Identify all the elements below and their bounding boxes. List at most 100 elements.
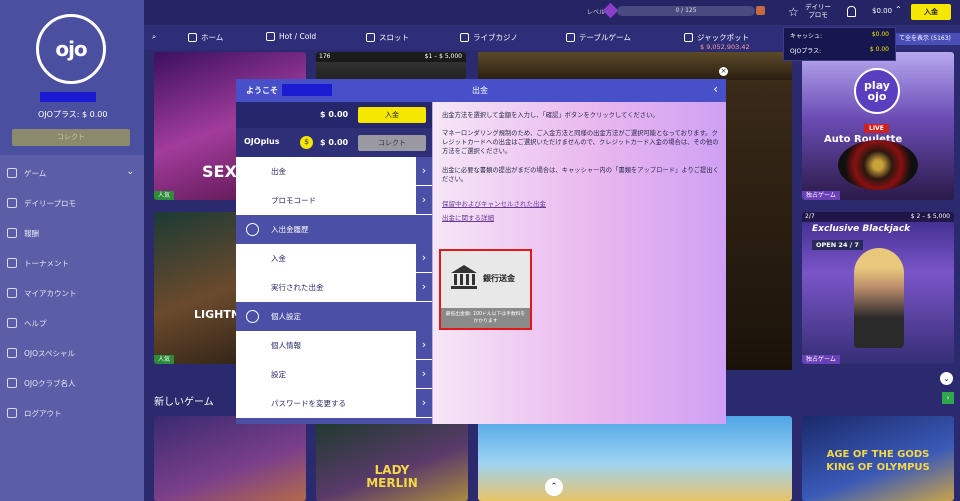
logout-icon	[7, 408, 17, 418]
game-tile-king-of-olympus[interactable]: AGE OF THE GODS KING OF OLYMPUS	[802, 416, 954, 501]
bank-icon	[451, 265, 477, 289]
withdraw-details-link[interactable]: 出金に関する詳細	[442, 212, 494, 222]
game-info-bar: 176 $1 – $ 5,000	[316, 52, 466, 62]
sidebar-item[interactable]: ゲーム ⌄	[0, 158, 144, 188]
reward-chest-icon[interactable]	[756, 6, 765, 15]
sidebar-item[interactable]: トーナメント	[0, 248, 144, 278]
level-label: レベル	[587, 9, 606, 16]
game-tile-auto-roulette[interactable]: play ojo LIVE Auto Roulette 独占ゲーム	[802, 52, 954, 200]
category-label: スロット	[379, 33, 409, 42]
chevron-right-icon[interactable]: ›	[416, 157, 432, 185]
menu-label: 出金	[271, 167, 286, 176]
menu-item[interactable]: 実行された出金 ›	[236, 273, 432, 302]
chevron-right-icon[interactable]: ›	[416, 244, 432, 272]
next-arrow-icon[interactable]: ›	[942, 392, 954, 404]
star-icon[interactable]: ☆	[788, 5, 799, 19]
header-deposit-button[interactable]: 入金	[911, 4, 951, 20]
menu-item[interactable]: 入金 ›	[236, 244, 432, 273]
bank-transfer-option[interactable]: 銀行送金 最低出金額: 100ドル以下は手数料を かかります	[439, 249, 532, 330]
instruction-text: マネーロンダリング規制のため、ご入金方法と同様の出金方法がご選択可能となっており…	[442, 130, 719, 155]
cash-row: キャッシュ: $0.00	[784, 28, 895, 43]
sidebar-item[interactable]: OJOスペシャル	[0, 338, 144, 368]
search-icon[interactable]: ⌕	[152, 32, 156, 42]
menu-item[interactable]: プロモコード ›	[236, 186, 432, 215]
cash-balance: $ 0.00	[320, 110, 349, 119]
roulette-wheel-icon	[838, 140, 918, 190]
bank-transfer-card: 銀行送金	[441, 251, 530, 308]
menu-item[interactable]: パスワードを変更する ›	[236, 389, 432, 418]
exclusive-badge: 独占ゲーム	[802, 191, 840, 200]
category-tab[interactable]: ライブカジノ	[460, 32, 518, 43]
ojo-logo[interactable]: ojo	[36, 14, 106, 84]
category-tab[interactable]: ホーム	[188, 32, 223, 43]
menu-item[interactable]: 個人情報 ›	[236, 331, 432, 360]
chevron-right-icon[interactable]: ›	[416, 186, 432, 214]
top-bar: レベル 0 / 125 ☆ デイリー プロモ $0.00 ⌃ 入金	[144, 0, 960, 25]
withdraw-panel: 出金方法を選択して金額を入力し、「確認」ボタンをクリックしてください。 マネーロ…	[432, 102, 726, 424]
collect-button[interactable]: コレクト	[358, 135, 426, 151]
category-tab[interactable]: Hot / Cold	[266, 32, 316, 41]
category-label: ジャックポット	[697, 33, 750, 42]
chevron-right-icon[interactable]: ›	[416, 389, 432, 417]
close-icon[interactable]: ×	[719, 67, 728, 76]
sidebar-item[interactable]: マイアカウント	[0, 278, 144, 308]
slot-icon	[366, 33, 375, 42]
live-badge: LIVE	[864, 124, 889, 133]
menu-item[interactable]: 出金 ›	[236, 157, 432, 186]
sidebar-item-label: 報酬	[24, 228, 39, 238]
category-tab[interactable]: テーブルゲーム	[566, 32, 631, 43]
plus-row: OJOプラス: $ 0.00	[784, 43, 895, 58]
pending-withdrawals-link[interactable]: 保留中およびキャンセルされた出金	[442, 198, 546, 208]
sidebar-item[interactable]: 報酬	[0, 218, 144, 248]
chevron-down-icon[interactable]: ⌄	[126, 167, 134, 177]
instruction-text: 出金に必要な書類の提出がまだの場合は、キャッシャー内の「書類をアップロード」より…	[442, 167, 719, 183]
back-chevron-icon[interactable]: ‹	[713, 82, 718, 96]
snowflake-icon	[266, 32, 275, 41]
game-tile-bg	[726, 80, 792, 370]
sidebar-item[interactable]: デイリープロモ	[0, 188, 144, 218]
chevron-down-icon[interactable]: ⌄	[940, 372, 953, 385]
chevron-up-icon[interactable]: ⌃	[895, 5, 902, 14]
menu-label: 個人設定	[271, 312, 301, 321]
level-progress-bar[interactable]: 0 / 125	[617, 6, 755, 16]
coin-icon: $	[300, 136, 313, 149]
popular-badge: 人気	[154, 355, 175, 364]
player-count: 2/7	[805, 213, 815, 220]
game-tile-sky-temple[interactable]	[478, 416, 792, 501]
player-count: 176	[319, 53, 331, 60]
menu-label: プロモコード	[271, 196, 316, 205]
game-tile-genie[interactable]	[154, 416, 306, 501]
jackpot-icon	[684, 33, 693, 42]
menu-item[interactable]: 設定 ›	[236, 360, 432, 389]
collect-button[interactable]: コレクト	[12, 129, 130, 146]
cash-label: キャッシュ:	[790, 33, 823, 40]
game-tile-exclusive-blackjack[interactable]: 2/7 $ 2 – $ 5,000 Exclusive Blackjack OP…	[802, 212, 954, 364]
game-info-bar: 2/7 $ 2 – $ 5,000	[802, 212, 954, 222]
show-all-link[interactable]: て全を表示 (5163)	[896, 33, 960, 45]
username-redacted	[282, 84, 332, 96]
game-tile-lady-merlin[interactable]: LADY MERLIN	[316, 416, 468, 501]
menu-section-header: 個人設定	[236, 302, 432, 331]
plus-label: OJOプラス:	[790, 48, 822, 55]
category-tab[interactable]: スロット	[366, 32, 409, 43]
sidebar-menu: ゲーム ⌄ デイリープロモ報酬トーナメント マイアカウント ヘルプ OJOスペシャル OJO…	[0, 158, 144, 428]
modal-title: 出金	[472, 86, 488, 95]
deposit-button[interactable]: 入金	[358, 107, 426, 123]
popular-badge: 人気	[154, 191, 175, 200]
chevron-right-icon[interactable]: ›	[416, 331, 432, 359]
ojo-plus-balance: OJOプラス: $ 0.00	[38, 110, 108, 119]
daily-promo-link[interactable]: デイリー プロモ	[805, 3, 831, 19]
cash-value: $0.00	[871, 31, 889, 38]
category-tab[interactable]: ジャックポット	[684, 32, 749, 43]
user-icon[interactable]	[847, 6, 856, 17]
sidebar-item[interactable]: OJOクラブ名人	[0, 368, 144, 398]
chevron-right-icon[interactable]: ›	[416, 360, 432, 388]
chevron-right-icon[interactable]: ›	[416, 273, 432, 301]
header-balance[interactable]: $0.00	[872, 7, 892, 15]
sidebar-item[interactable]: ヘルプ	[0, 308, 144, 338]
game-tile-live[interactable]: 176 $1 – $ 5,000	[316, 52, 466, 80]
scroll-up-button[interactable]: ⌃	[545, 478, 563, 496]
open-24-7-badge: OPEN 24 / 7	[812, 240, 863, 250]
sidebar-item[interactable]: ログアウト	[0, 398, 144, 428]
modal-header: ようこそ 出金 ‹ ×	[236, 67, 728, 102]
